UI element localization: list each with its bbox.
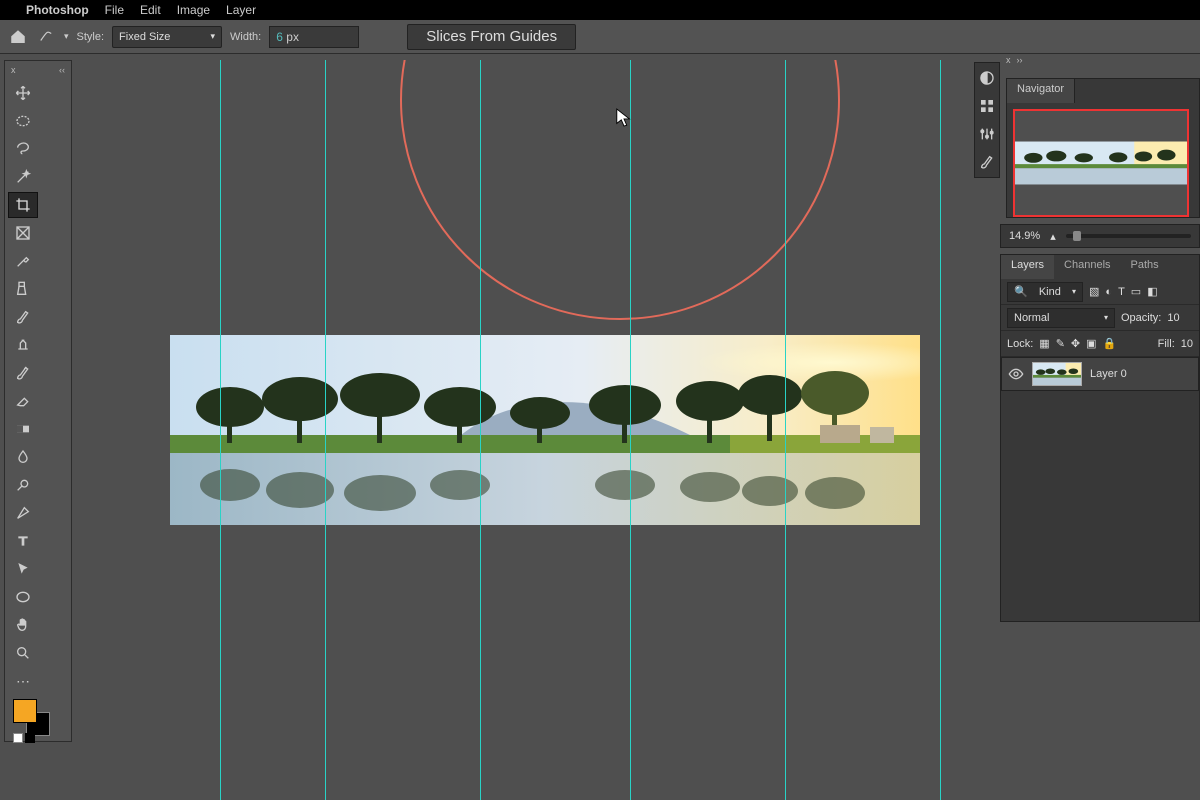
- lasso-tool-icon[interactable]: [8, 136, 38, 162]
- zoom-readout[interactable]: 14.9%: [1009, 230, 1040, 242]
- navigator-panel: Navigator: [1006, 78, 1200, 218]
- home-icon[interactable]: [8, 28, 28, 46]
- history-brush-tool-icon[interactable]: [8, 360, 38, 386]
- collapsed-panel-strip: [974, 62, 1000, 178]
- eyedropper-tool-icon[interactable]: [8, 248, 38, 274]
- gradient-tool-icon[interactable]: [8, 416, 38, 442]
- document-image: [170, 335, 920, 525]
- edit-toolbar-icon[interactable]: ⋯: [8, 668, 38, 694]
- zoom-out-icon[interactable]: ▴: [1050, 230, 1056, 243]
- filter-adjust-icon[interactable]: ◐: [1105, 286, 1112, 298]
- crop-tool-icon[interactable]: [8, 192, 38, 218]
- navigator-thumbnail[interactable]: [1013, 109, 1189, 217]
- fill-label: Fill:: [1158, 338, 1175, 350]
- color-panel-icon[interactable]: [978, 69, 996, 87]
- opacity-value[interactable]: 10: [1167, 312, 1179, 324]
- menu-edit[interactable]: Edit: [140, 3, 161, 17]
- app-name[interactable]: Photoshop: [26, 3, 89, 17]
- filter-type-icon[interactable]: T: [1118, 286, 1125, 298]
- styles-panel-icon[interactable]: [978, 153, 996, 171]
- layers-panel: Layers Channels Paths 🔍Kind ▾ ▧ ◐ T ▭ ◧ …: [1000, 254, 1200, 622]
- slices-from-guides-button[interactable]: Slices From Guides: [407, 24, 576, 50]
- right-panel-column: x›› Navigator 14.9% ▴ Lay: [1000, 54, 1200, 800]
- swatches-panel-icon[interactable]: [978, 97, 996, 115]
- default-colors-icon[interactable]: [13, 733, 23, 743]
- guide-line[interactable]: [785, 60, 786, 800]
- current-tool-icon[interactable]: [36, 28, 56, 46]
- magic-wand-tool-icon[interactable]: [8, 164, 38, 190]
- width-input[interactable]: 6 px: [269, 26, 359, 48]
- guide-line[interactable]: [630, 60, 631, 800]
- canvas-area[interactable]: [80, 60, 1000, 800]
- visibility-eye-icon[interactable]: [1008, 366, 1024, 382]
- dodge-tool-icon[interactable]: [8, 472, 38, 498]
- tutorial-highlight-circle: [400, 60, 840, 320]
- healing-brush-tool-icon[interactable]: [8, 276, 38, 302]
- brush-tool-icon[interactable]: [8, 304, 38, 330]
- clone-stamp-tool-icon[interactable]: [8, 332, 38, 358]
- marquee-tool-icon[interactable]: [8, 108, 38, 134]
- zoom-slider[interactable]: [1066, 234, 1191, 238]
- adjustments-panel-icon[interactable]: [978, 125, 996, 143]
- color-swatches[interactable]: [13, 699, 53, 737]
- tab-channels[interactable]: Channels: [1054, 255, 1120, 279]
- pen-tool-icon[interactable]: [8, 500, 38, 526]
- filter-smart-icon[interactable]: ◧: [1147, 285, 1157, 298]
- eraser-tool-icon[interactable]: [8, 388, 38, 414]
- cursor-icon: [615, 107, 633, 129]
- opacity-label: Opacity:: [1121, 312, 1161, 324]
- lock-artboard-icon[interactable]: ▣: [1086, 337, 1096, 350]
- layer-row[interactable]: Layer 0: [1001, 357, 1199, 391]
- options-bar: ▾ Style: Fixed Size▾ Width: 6 px Slices …: [0, 20, 1200, 54]
- type-tool-icon[interactable]: [8, 528, 38, 554]
- menu-image[interactable]: Image: [177, 3, 210, 17]
- lock-transparent-icon[interactable]: ▦: [1039, 337, 1049, 350]
- guide-line[interactable]: [480, 60, 481, 800]
- layer-filter-dropdown[interactable]: 🔍Kind ▾: [1007, 282, 1083, 302]
- menu-layer[interactable]: Layer: [226, 3, 256, 17]
- lock-pixels-icon[interactable]: ✎: [1056, 337, 1065, 350]
- frame-tool-icon[interactable]: [8, 220, 38, 246]
- panel-collapse-icon[interactable]: ‹‹: [59, 65, 65, 79]
- shape-tool-icon[interactable]: [8, 584, 38, 610]
- layer-thumbnail[interactable]: [1032, 362, 1082, 386]
- panel-close-icon[interactable]: x: [11, 65, 16, 79]
- lock-label: Lock:: [1007, 338, 1033, 350]
- style-label: Style:: [77, 31, 105, 43]
- style-dropdown[interactable]: Fixed Size▾: [112, 26, 222, 48]
- hand-tool-icon[interactable]: [8, 612, 38, 638]
- tab-navigator[interactable]: Navigator: [1007, 79, 1075, 103]
- path-selection-tool-icon[interactable]: [8, 556, 38, 582]
- filter-shape-icon[interactable]: ▭: [1131, 285, 1141, 298]
- blend-mode-dropdown[interactable]: Normal▾: [1007, 308, 1115, 328]
- guide-line[interactable]: [220, 60, 221, 800]
- fill-value[interactable]: 10: [1181, 338, 1193, 350]
- panel-close-icon[interactable]: x: [1006, 55, 1011, 65]
- lock-all-icon[interactable]: 🔒: [1103, 337, 1117, 350]
- guide-line[interactable]: [940, 60, 941, 800]
- tab-paths[interactable]: Paths: [1121, 255, 1169, 279]
- toolbox: x ‹‹ ⋯: [4, 60, 72, 742]
- panel-collapse-icon[interactable]: ››: [1017, 55, 1023, 65]
- guide-line[interactable]: [325, 60, 326, 800]
- filter-pixel-icon[interactable]: ▧: [1089, 285, 1099, 298]
- zoom-tool-icon[interactable]: [8, 640, 38, 666]
- tab-layers[interactable]: Layers: [1001, 255, 1054, 279]
- layer-name[interactable]: Layer 0: [1090, 368, 1127, 380]
- move-tool-icon[interactable]: [8, 80, 38, 106]
- blur-tool-icon[interactable]: [8, 444, 38, 470]
- swap-colors-icon[interactable]: [25, 733, 35, 743]
- chevron-down-icon[interactable]: ▾: [64, 31, 69, 42]
- lock-position-icon[interactable]: ✥: [1071, 337, 1080, 350]
- navigator-zoom-bar: 14.9% ▴: [1000, 224, 1200, 248]
- foreground-color-swatch[interactable]: [13, 699, 37, 723]
- width-label: Width:: [230, 31, 261, 43]
- mac-menubar: Photoshop File Edit Image Layer: [0, 0, 1200, 20]
- menu-file[interactable]: File: [105, 3, 124, 17]
